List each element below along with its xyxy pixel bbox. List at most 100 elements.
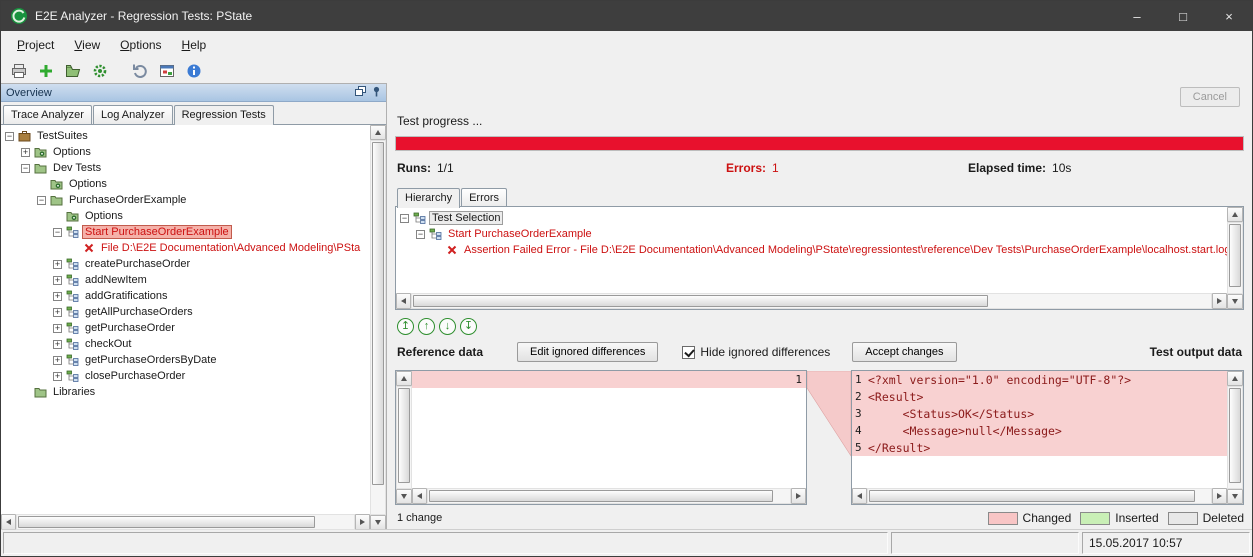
scroll-right-icon[interactable] bbox=[1212, 293, 1227, 309]
close-button[interactable]: × bbox=[1206, 1, 1252, 31]
menu-view[interactable]: View bbox=[64, 34, 110, 56]
scroll-down-icon[interactable] bbox=[1227, 489, 1243, 504]
reference-vscrollbar[interactable] bbox=[396, 371, 412, 504]
scroll-down-icon[interactable] bbox=[396, 489, 412, 504]
scrollbar-track[interactable] bbox=[16, 514, 355, 530]
scroll-left-icon[interactable] bbox=[852, 488, 867, 504]
collapse-icon[interactable]: − bbox=[5, 132, 14, 141]
expand-icon[interactable]: + bbox=[53, 292, 62, 301]
collapse-icon[interactable]: − bbox=[416, 230, 425, 239]
tree-item[interactable]: +getAllPurchaseOrders bbox=[1, 304, 370, 320]
add-icon[interactable] bbox=[35, 60, 57, 82]
overview-tree-hscrollbar[interactable] bbox=[1, 514, 370, 530]
expand-icon[interactable]: + bbox=[53, 356, 62, 365]
output-vscrollbar[interactable] bbox=[1227, 371, 1243, 504]
collapse-icon[interactable]: − bbox=[53, 228, 62, 237]
tab-trace-analyzer[interactable]: Trace Analyzer bbox=[3, 105, 92, 124]
collapse-icon[interactable]: − bbox=[37, 196, 46, 205]
previous-difference-button[interactable]: ↑ bbox=[418, 318, 435, 335]
undo-icon[interactable] bbox=[129, 60, 151, 82]
scrollbar-track[interactable] bbox=[370, 140, 386, 515]
scrollbar-track[interactable] bbox=[867, 488, 1212, 504]
scrollbar-thumb[interactable] bbox=[869, 490, 1195, 502]
tree-item[interactable]: −Dev Tests bbox=[1, 160, 370, 176]
model-window-icon[interactable] bbox=[156, 60, 178, 82]
scrollbar-track[interactable] bbox=[1227, 386, 1243, 489]
scrollbar-thumb[interactable] bbox=[372, 142, 384, 485]
maximize-button[interactable]: □ bbox=[1160, 1, 1206, 31]
tab-log-analyzer[interactable]: Log Analyzer bbox=[93, 105, 173, 124]
expand-icon[interactable]: + bbox=[53, 276, 62, 285]
scrollbar-track[interactable] bbox=[1227, 222, 1243, 294]
tree-item[interactable]: +checkOut bbox=[1, 336, 370, 352]
tree-item[interactable]: File D:\E2E Documentation\Advanced Model… bbox=[1, 240, 370, 256]
collapse-icon[interactable]: − bbox=[400, 214, 409, 223]
print-icon[interactable] bbox=[8, 60, 30, 82]
pin-icon[interactable] bbox=[372, 86, 381, 100]
scroll-left-icon[interactable] bbox=[396, 293, 411, 309]
expand-icon[interactable]: + bbox=[53, 324, 62, 333]
scroll-right-icon[interactable] bbox=[791, 488, 806, 504]
tree-item[interactable]: +addNewItem bbox=[1, 272, 370, 288]
tree-item[interactable]: −Start PurchaseOrderExample bbox=[396, 226, 1227, 242]
tree-item[interactable]: +getPurchaseOrdersByDate bbox=[1, 352, 370, 368]
scroll-up-icon[interactable] bbox=[370, 125, 386, 140]
tree-item[interactable]: −Start PurchaseOrderExample bbox=[1, 224, 370, 240]
menu-help[interactable]: Help bbox=[172, 34, 217, 56]
scroll-left-icon[interactable] bbox=[412, 488, 427, 504]
tree-item[interactable]: −Test Selection bbox=[396, 210, 1227, 226]
tree-item[interactable]: +createPurchaseOrder bbox=[1, 256, 370, 272]
scroll-up-icon[interactable] bbox=[1227, 371, 1243, 386]
scroll-down-icon[interactable] bbox=[370, 515, 386, 530]
tree-item[interactable]: +Options bbox=[1, 144, 370, 160]
first-difference-button[interactable]: ↥ bbox=[397, 318, 414, 335]
scrollbar-thumb[interactable] bbox=[398, 388, 410, 483]
open-folder-icon[interactable] bbox=[62, 60, 84, 82]
scrollbar-thumb[interactable] bbox=[413, 295, 988, 307]
expand-icon[interactable]: + bbox=[53, 308, 62, 317]
tree-item[interactable]: +closePurchaseOrder bbox=[1, 368, 370, 384]
tree-item[interactable]: Assertion Failed Error - File D:\E2E Doc… bbox=[396, 242, 1227, 258]
tab-regression-tests[interactable]: Regression Tests bbox=[174, 105, 274, 125]
info-icon[interactable] bbox=[183, 60, 205, 82]
collapse-icon[interactable]: − bbox=[21, 164, 30, 173]
scroll-up-icon[interactable] bbox=[1227, 207, 1243, 222]
tree-item[interactable]: Options bbox=[1, 176, 370, 192]
cancel-button[interactable]: Cancel bbox=[1180, 87, 1240, 107]
tree-item[interactable]: −TestSuites bbox=[1, 128, 370, 144]
scroll-right-icon[interactable] bbox=[1212, 488, 1227, 504]
hide-ignored-checkbox[interactable] bbox=[682, 346, 695, 359]
scrollbar-thumb[interactable] bbox=[1229, 388, 1241, 483]
next-difference-button[interactable]: ↓ bbox=[439, 318, 456, 335]
tree-item[interactable]: +getPurchaseOrder bbox=[1, 320, 370, 336]
expand-icon[interactable]: + bbox=[21, 148, 30, 157]
hierarchy-hscrollbar[interactable] bbox=[396, 293, 1227, 309]
expand-icon[interactable]: + bbox=[53, 260, 62, 269]
scroll-right-icon[interactable] bbox=[355, 514, 370, 530]
tab-errors[interactable]: Errors bbox=[461, 188, 507, 207]
expand-icon[interactable]: + bbox=[53, 372, 62, 381]
output-hscrollbar[interactable] bbox=[852, 488, 1227, 504]
scrollbar-track[interactable] bbox=[411, 293, 1212, 309]
scroll-down-icon[interactable] bbox=[1227, 294, 1243, 309]
scrollbar-track[interactable] bbox=[427, 488, 791, 504]
expand-icon[interactable]: + bbox=[53, 340, 62, 349]
float-panel-icon[interactable] bbox=[355, 86, 366, 100]
menu-options[interactable]: Options bbox=[110, 34, 171, 56]
menu-project[interactable]: Project bbox=[7, 34, 64, 56]
scrollbar-track[interactable] bbox=[396, 386, 412, 489]
settings-gear-icon[interactable] bbox=[89, 60, 111, 82]
hierarchy-vscrollbar[interactable] bbox=[1227, 207, 1243, 309]
scroll-left-icon[interactable] bbox=[1, 514, 16, 530]
tree-item[interactable]: +addGratifications bbox=[1, 288, 370, 304]
tree-item[interactable]: Options bbox=[1, 208, 370, 224]
last-difference-button[interactable]: ↧ bbox=[460, 318, 477, 335]
accept-changes-button[interactable]: Accept changes bbox=[852, 342, 956, 362]
reference-hscrollbar[interactable] bbox=[412, 488, 806, 504]
minimize-button[interactable]: – bbox=[1114, 1, 1160, 31]
tree-item[interactable]: Libraries bbox=[1, 384, 370, 400]
scrollbar-thumb[interactable] bbox=[429, 490, 773, 502]
tab-hierarchy[interactable]: Hierarchy bbox=[397, 188, 460, 208]
edit-ignored-differences-button[interactable]: Edit ignored differences bbox=[517, 342, 658, 362]
overview-tree-vscrollbar[interactable] bbox=[370, 125, 386, 530]
